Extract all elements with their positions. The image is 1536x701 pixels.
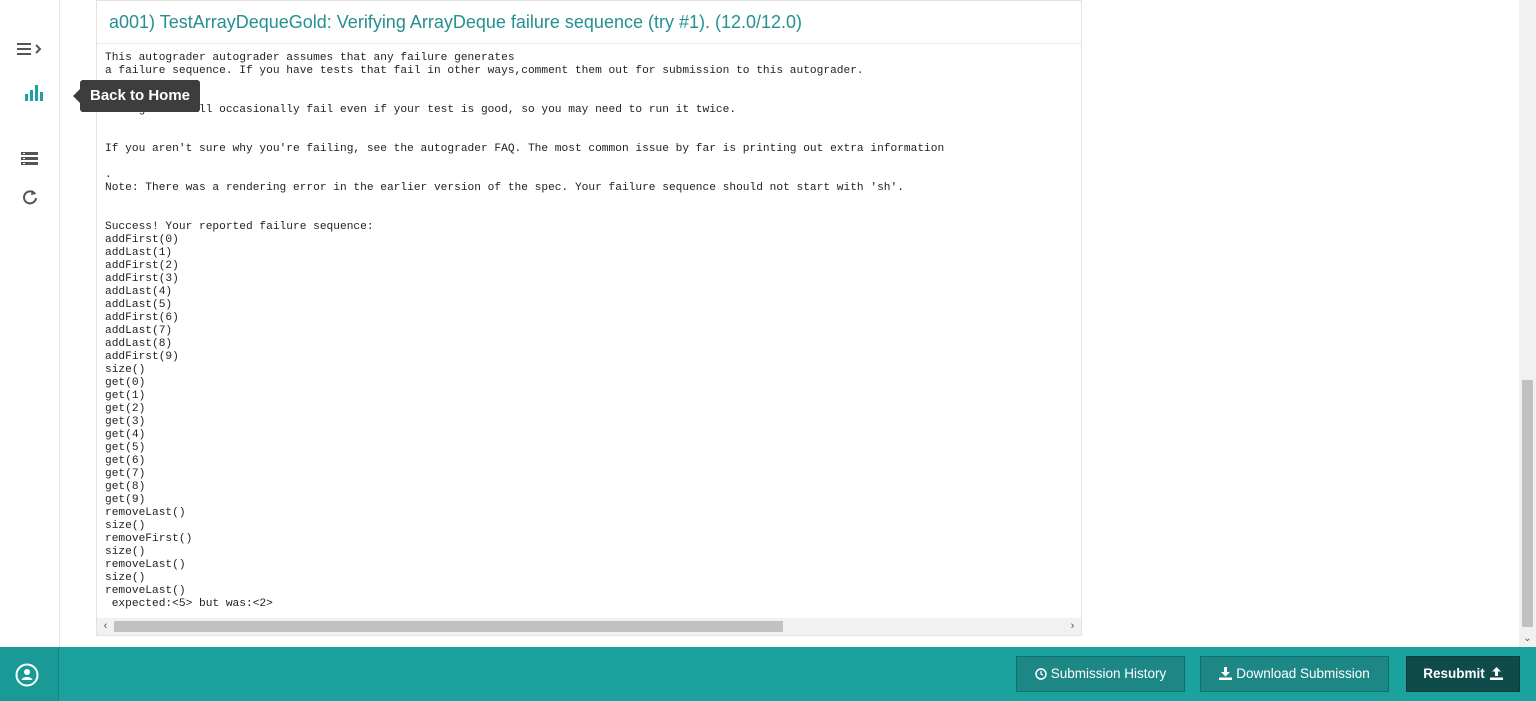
vertical-scrollbar[interactable]: ⌄: [1519, 0, 1536, 647]
bar-chart-icon[interactable]: [25, 85, 43, 106]
clock-icon: [1034, 668, 1047, 680]
test-title: a001) TestArrayDequeGold: Verifying Arra…: [109, 12, 803, 32]
test-result-card: a001) TestArrayDequeGold: Verifying Arra…: [96, 0, 1082, 636]
resubmit-button[interactable]: Resubmit: [1406, 656, 1520, 692]
download-submission-button[interactable]: Download Submission: [1200, 656, 1389, 692]
download-submission-label: Download Submission: [1236, 666, 1370, 681]
user-avatar-icon[interactable]: [15, 663, 39, 692]
scroll-down-icon[interactable]: ⌄: [1519, 630, 1536, 647]
server-list-icon[interactable]: [21, 152, 38, 171]
submission-history-button[interactable]: Submission History: [1016, 656, 1185, 692]
horizontal-scrollbar[interactable]: ‹ ›: [97, 618, 1081, 635]
scroll-left-icon[interactable]: ‹: [97, 618, 114, 635]
sidebar: [0, 0, 60, 647]
autograder-output: This autograder autograder assumes that …: [105, 52, 945, 610]
refresh-icon[interactable]: [22, 189, 38, 210]
footer-bar: Submission History Download Submission R…: [0, 647, 1536, 701]
upload-icon: [1489, 667, 1503, 680]
scrollbar-thumb[interactable]: [1522, 380, 1533, 627]
card-header: a001) TestArrayDequeGold: Verifying Arra…: [97, 0, 1081, 44]
scrollbar-thumb[interactable]: [114, 621, 783, 632]
expand-menu-icon[interactable]: [17, 42, 43, 61]
footer-user-area: [0, 647, 59, 701]
download-icon: [1219, 667, 1233, 680]
scroll-right-icon[interactable]: ›: [1064, 618, 1081, 635]
output-panel[interactable]: This autograder autograder assumes that …: [97, 44, 1081, 618]
resubmit-label: Resubmit: [1423, 666, 1485, 681]
back-to-home-tooltip: Back to Home: [72, 80, 201, 112]
submission-history-label: Submission History: [1050, 666, 1167, 681]
